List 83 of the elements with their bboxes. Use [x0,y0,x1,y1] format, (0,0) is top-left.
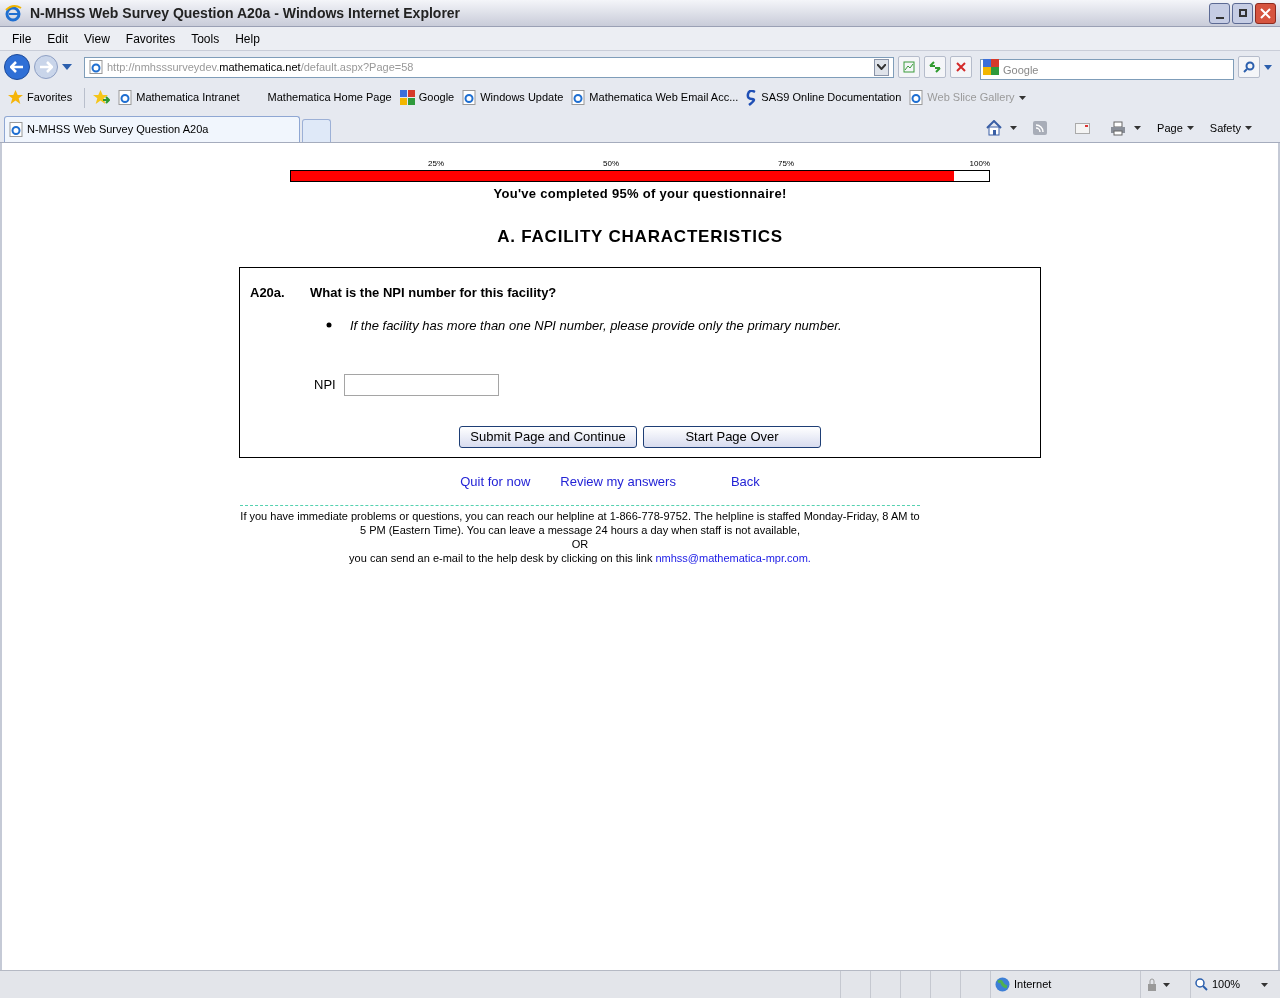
progress-tick-label: 50% [603,158,619,170]
progress-tick-label: 100% [969,158,990,170]
zoom-level[interactable]: 100% [1212,976,1241,993]
favorite-link[interactable]: Windows Update [462,89,564,106]
refresh-icon [928,61,942,73]
page-icon [89,60,103,74]
nav-link[interactable]: Back [730,472,760,492]
add-favorite-icon[interactable] [93,90,111,105]
search-icon [1243,61,1255,73]
dropdown-arrow-icon[interactable] [1134,126,1142,130]
google-logo-icon [983,58,999,75]
browser-logo-icon [4,4,22,22]
favorite-link[interactable]: Mathematica Home Page [267,89,392,106]
favorite-link[interactable]: Mathematica Intranet [118,89,240,106]
favorite-link[interactable]: Google [399,89,455,106]
section-title: A. FACILITY CHARACTERISTICS [497,225,783,248]
page-icon [909,90,924,105]
menu-item[interactable]: File [4,27,40,50]
or-text: OR [570,536,590,551]
email-link[interactable]: nmhss@mathematica-mpr.com. [655,551,811,564]
page-icon [462,90,477,105]
printer-icon[interactable] [1110,120,1127,136]
search-field[interactable]: Google [980,59,1234,80]
restore-button[interactable] [1232,2,1253,24]
url-text: http://nmhsssurveydev.mathematica.net/default.aspx?Page=58 [107,59,414,75]
s-logo-icon [746,89,758,106]
favorite-link[interactable]: SAS9 Online Documentation [746,89,902,106]
npi-input[interactable] [343,374,499,396]
menu-item[interactable]: View [76,27,118,50]
minimize-button[interactable] [1209,2,1230,24]
nav-link[interactable]: Quit for now [460,472,531,492]
chart-page-icon [903,61,915,73]
npi-label: NPI [314,376,336,395]
refresh-button[interactable] [924,56,946,78]
command-menu[interactable]: Safety [1209,119,1252,137]
back-button[interactable] [4,54,30,80]
favorite-link[interactable]: Mathematica Web Email Acc... [571,89,739,106]
command-menu[interactable]: Page [1157,119,1194,137]
page-icon [571,90,586,105]
page-icon [118,90,133,105]
menu-item[interactable]: Tools [183,27,228,50]
question-text: What is the NPI number for this facility? [310,284,557,302]
close-icon [956,62,966,72]
home-icon[interactable] [986,120,1003,136]
instruction-text: If the facility has more than one NPI number, please provide only the primary number. [350,316,842,335]
menu-item[interactable]: Favorites [117,27,184,50]
dropdown-arrow-icon [1245,126,1252,130]
start-over-button[interactable]: Start Page Over [643,426,821,448]
dropdown-arrow-icon [1018,95,1026,100]
submit-button[interactable]: Submit Page and Continue [459,426,637,448]
mail-icon[interactable] [1075,122,1091,134]
menu-item[interactable]: Help [227,27,268,50]
globe-icon [995,977,1010,992]
email-text: you can send an e-mail to the help desk by clicking on this link nmhss@mathematica-mpr.com. [348,550,812,565]
dropdown-arrow-icon[interactable] [62,64,72,70]
helpline-text: If you have immediate problems or questions, you can reach our helpline at 1-866-778-9752. The helpline is staffed Monday-Friday, 8 AM to 5 PM (Eastern Time). You can leave a message 24 hours a day when staff is not available, [240,508,920,537]
menu-item[interactable]: Edit [39,27,77,50]
star-icon [8,90,23,105]
favorites-button[interactable]: Favorites [4,89,77,106]
close-icon [1260,7,1271,19]
search-button[interactable] [1238,56,1260,78]
dropdown-arrow-icon[interactable] [1264,64,1272,70]
progress-message: You've completed 95% of your questionnaire! [493,185,787,203]
progress-tick-label: 25% [428,158,444,170]
progress-tick-label: 75% [778,158,794,170]
back-arrow-icon [10,61,24,73]
forward-arrow-icon [39,61,53,73]
question-number: A20a. [250,284,286,302]
dropdown-arrow-icon[interactable] [1163,982,1170,987]
browser-tab[interactable]: N-MHSS Web Survey Question A20a [4,116,300,142]
close-button[interactable] [1255,2,1276,24]
dropdown-arrow-icon [1186,126,1194,130]
google-logo-icon [399,90,415,105]
browser-logo-icon [9,122,23,137]
dropdown-arrow-icon[interactable] [1010,126,1018,130]
stop-button[interactable] [950,56,972,78]
zoom-icon [1195,978,1208,991]
security-zone: Internet [1014,977,1052,993]
nav-link[interactable]: Review my answers [560,472,676,492]
window-title: N-MHSS Web Survey Question A20a - Windows Internet Explorer [30,3,461,23]
address-bar[interactable]: http://nmhsssurveydev.mathematica.net/default.aspx?Page=58 [84,56,894,78]
dropdown-arrow-icon[interactable] [1261,982,1268,987]
bullet-icon [326,322,332,329]
